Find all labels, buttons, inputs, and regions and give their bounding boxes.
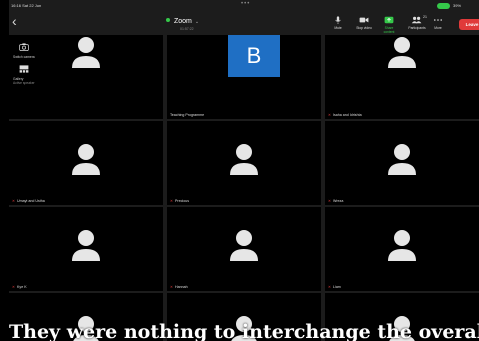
microphone-icon [335,16,341,24]
participants-icon [411,16,422,24]
switch-camera-label: Switch camera [13,55,35,59]
muted-mic-icon: ✕ [12,285,16,289]
share-content-label: Share content [383,26,395,34]
participant-tile[interactable]: ✕ Precious [167,121,321,205]
caption-text: They were nothing to interchange the ove… [9,321,479,341]
chevron-down-icon: ⌄ [194,19,200,25]
share-content-button[interactable]: Share content [379,16,399,34]
status-time: 16:16 Sat 22 Jun [11,3,42,8]
participant-name: Teaching Programme [170,113,205,117]
participant-tile[interactable]: ✕ Umayt and Ustha [9,121,163,205]
gallery-view-icon [19,65,29,73]
participant-name: ✕ Isaha and Idrishta [328,113,362,117]
more-button[interactable]: More [431,16,445,30]
participant-tile[interactable]: ✕ Hannah [167,207,321,291]
participant-name: ✕ Hannah [170,285,188,289]
multitask-dots-icon[interactable]: ••• [241,1,250,7]
muted-mic-icon: ✕ [170,285,174,289]
avatar-placeholder-icon [388,37,416,68]
muted-mic-icon: ✕ [328,113,332,117]
participant-name: ✕ Wreza [328,199,344,203]
stop-video-button[interactable]: Stop video [354,16,374,30]
meeting-duration: 01:57:22 [180,27,194,31]
avatar-placeholder-icon [388,144,416,175]
muted-mic-icon: ✕ [170,199,174,203]
participant-name: ✕ Liam [328,285,341,289]
participant-name: ✕ Umayt and Ustha [12,199,45,203]
mute-label: Mute [334,26,342,30]
avatar-placeholder-icon [72,144,100,175]
mic-active-indicator [437,3,450,9]
gallery-view-button[interactable]: Gallery Active speaker [13,65,53,85]
meeting-title-text: Zoom [174,18,192,25]
leave-button[interactable]: Leave [459,19,479,30]
avatar-placeholder-icon [230,230,258,261]
share-screen-icon [384,16,394,24]
participant-tile[interactable]: ✕ Liam [325,207,479,291]
participants-label: Participants [408,26,426,30]
avatar-placeholder-icon [72,37,100,68]
participant-tile[interactable]: ✕ Wreza [325,121,479,205]
meeting-title[interactable]: Zoom ⌄ [166,18,199,25]
muted-mic-icon: ✕ [328,285,332,289]
mute-button[interactable]: Mute [331,16,345,30]
more-dots-icon [434,19,442,21]
active-speaker-avatar[interactable]: B [228,35,280,77]
encryption-shield-icon [166,18,170,22]
video-gallery-grid: Teaching Programme ✕ Isaha and Idrishta ✕… [9,35,479,341]
video-camera-icon [359,17,369,23]
muted-mic-icon: ✕ [328,199,332,203]
side-controls: Switch camera Gallery Active speaker [13,43,53,91]
battery-status: 39% [453,3,462,8]
avatar-placeholder-icon [388,230,416,261]
avatar-placeholder-icon [230,144,258,175]
participant-tile[interactable]: ✕ Kye K [9,207,163,291]
participant-count-badge: 21 [423,15,427,19]
participant-name: ✕ Precious [170,199,189,203]
muted-mic-icon: ✕ [12,199,16,203]
stop-video-label: Stop video [356,26,372,30]
back-chevron-icon[interactable]: ‹ [12,14,17,28]
zoom-app-window: 16:16 Sat 22 Jun ••• 39% ‹ Zoom ⌄ 01:57:2… [9,0,479,341]
more-label: More [434,26,442,30]
participant-name: ✕ Kye K [12,285,27,289]
participant-tile[interactable]: ✕ Isaha and Idrishta [325,35,479,119]
avatar-placeholder-icon [72,230,100,261]
status-bar: 16:16 Sat 22 Jun ••• 39% [9,0,479,12]
gallery-view-sublabel: Active speaker [13,81,35,85]
switch-camera-icon [19,43,29,51]
switch-camera-button[interactable]: Switch camera [13,43,53,59]
